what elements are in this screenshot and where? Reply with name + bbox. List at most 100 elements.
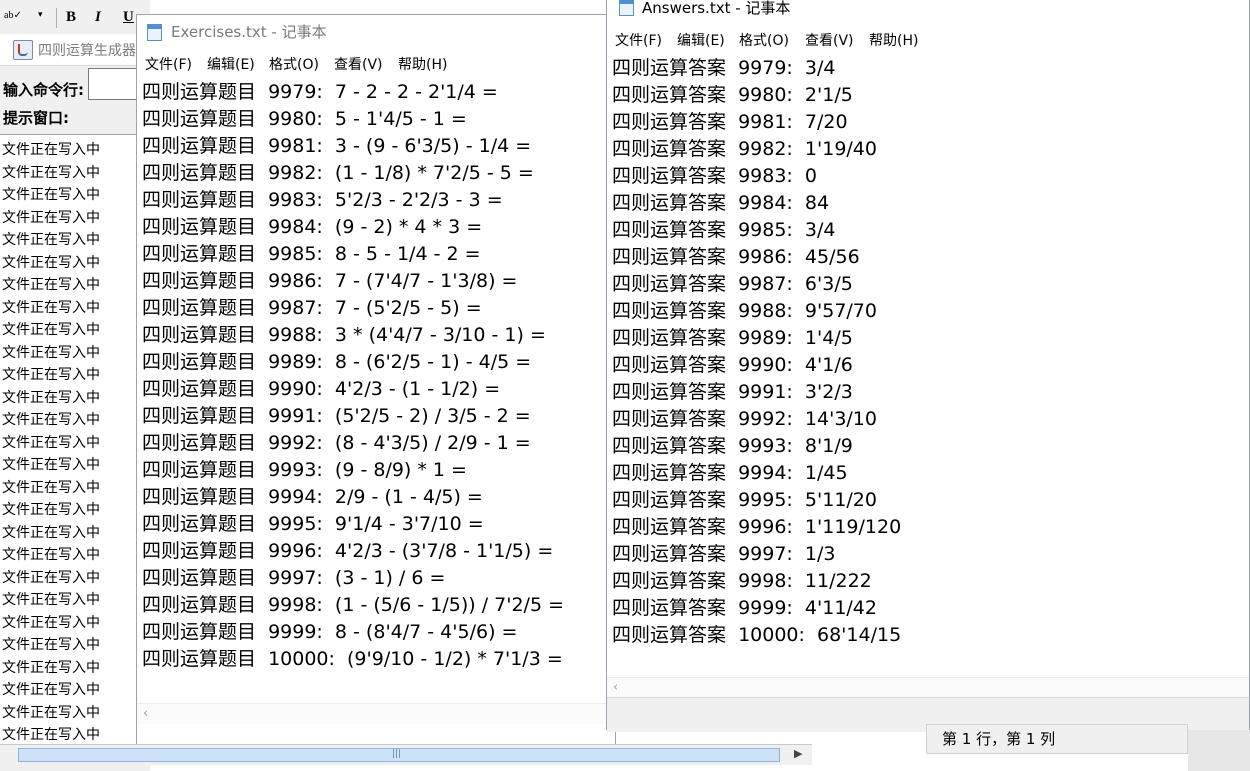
exercises-notepad-window: Exercises.txt - 记事本 文件(F) 编辑(E) 格式(O) 查看… (136, 14, 616, 752)
tip-window-label: 提示窗口: (3, 109, 69, 127)
log-line: 文件正在写入中 (2, 614, 100, 631)
tip-log-area[interactable]: 文件正在写入中 文件正在写入中 文件正在写入中 文件正在写入中 文件正在写入中 文件正在写… (0, 134, 150, 747)
exercise-line: 四则运算题目 9983: 5'2/3 - 2'2/3 - 3 = (142, 189, 503, 211)
answer-line: 四则运算答案 9986: 45/56 (612, 246, 860, 268)
answer-line: 四则运算答案 9981: 7/20 (612, 111, 848, 133)
log-line: 文件正在写入中 (2, 682, 100, 698)
log-line: 文件正在写入中 (2, 479, 100, 496)
answers-menubar: 文件(F) 编辑(E) 格式(O) 查看(V) 帮助(H) (607, 27, 1249, 52)
scrollbar-grip-icon: ||| (392, 749, 402, 759)
exercise-line: 四则运算题目 9995: 9'1/4 - 3'7/10 = (142, 513, 484, 535)
notepad-icon (147, 24, 162, 41)
exercise-line: 四则运算题目 9997: (3 - 1) / 6 = (142, 567, 446, 589)
answer-line: 四则运算答案 9987: 6'3/5 (612, 273, 853, 295)
java-app-icon (13, 40, 33, 60)
answer-line: 四则运算答案 9997: 1/3 (612, 543, 836, 565)
exercise-line: 四则运算题目 9996: 4'2/3 - (3'7/8 - 1'1/5) = (142, 540, 554, 562)
bold-button[interactable]: B (66, 9, 76, 26)
menu-file[interactable]: 文件(F) (615, 30, 662, 50)
menu-format[interactable]: 格式(O) (739, 30, 789, 50)
log-line: 文件正在写入中 (2, 344, 100, 361)
spell-check-icon[interactable]: ab✓ (4, 10, 22, 21)
dropdown-arrow-icon[interactable]: ▾ (38, 9, 43, 20)
scroll-left-arrow-icon[interactable]: ‹ (143, 706, 148, 721)
log-line: 文件正在写入中 (2, 389, 100, 406)
notepad-icon (619, 0, 634, 16)
log-line: 文件正在写入中 (2, 232, 100, 248)
answer-line: 四则运算答案 9993: 8'1/9 (612, 435, 853, 457)
exercise-line: 四则运算题目 9989: 8 - (6'2/5 - 1) - 4/5 = (142, 351, 532, 373)
answer-line: 四则运算答案 9985: 3/4 (612, 219, 836, 241)
menu-view[interactable]: 查看(V) (805, 30, 854, 50)
exercise-line: 四则运算题目 9994: 2/9 - (1 - 4/5) = (142, 486, 483, 508)
answers-window-title: Answers.txt - 记事本 (642, 0, 791, 17)
answer-line: 四则运算答案 9998: 11/222 (612, 570, 872, 592)
scroll-left-arrow-icon[interactable]: ‹ (613, 680, 618, 695)
exercises-horizontal-scrollbar[interactable]: ‹ (137, 703, 615, 724)
log-line: 文件正在写入中 (2, 659, 100, 676)
exercise-line: 四则运算题目 9979: 7 - 2 - 2 - 2'1/4 = (142, 81, 498, 103)
generator-app-titlebar[interactable]: 四则运算生成器 (0, 34, 150, 66)
answer-line: 四则运算答案 9992: 14'3/10 (612, 408, 877, 430)
exercises-text-area[interactable]: 四则运算题目 9979: 7 - 2 - 2 - 2'1/4 = 四则运算题目 9… (137, 75, 615, 703)
exercise-line: 四则运算题目 9988: 3 * (4'4/7 - 3/10 - 1) = (142, 324, 546, 346)
menu-view[interactable]: 查看(V) (334, 54, 383, 74)
log-line: 文件正在写入中 (2, 434, 100, 451)
menu-format[interactable]: 格式(O) (269, 54, 319, 74)
answer-line: 四则运算答案 9989: 1'4/5 (612, 327, 853, 349)
answers-notepad-window: Answers.txt - 记事本 文件(F) 编辑(E) 格式(O) 查看(V… (606, 0, 1250, 732)
exercise-line: 四则运算题目 9993: (9 - 8/9) * 1 = (142, 459, 467, 481)
answer-line: 四则运算答案 9990: 4'1/6 (612, 354, 853, 376)
log-line: 文件正在写入中 (2, 524, 100, 541)
exercises-titlebar[interactable]: Exercises.txt - 记事本 (137, 15, 615, 49)
menu-help[interactable]: 帮助(H) (398, 54, 447, 74)
background-horizontal-scrollbar[interactable]: ||| ▶ (0, 744, 812, 765)
exercise-line: 四则运算题目 9986: 7 - (7'4/7 - 1'3/8) = (142, 270, 518, 292)
generator-app-title: 四则运算生成器 (38, 43, 136, 59)
background-window-edge (1188, 730, 1250, 771)
toolbar-divider (56, 8, 57, 28)
answer-line: 四则运算答案 9984: 84 (612, 192, 830, 214)
answers-horizontal-scrollbar[interactable]: ‹ (607, 677, 1249, 698)
log-line: 文件正在写入中 (2, 254, 100, 271)
exercise-line: 四则运算题目 10000: (9'9/10 - 1/2) * 7'1/3 = (142, 648, 563, 670)
menu-help[interactable]: 帮助(H) (869, 30, 918, 50)
answer-line: 四则运算答案 10000: 68'14/15 (612, 624, 902, 646)
exercises-menubar: 文件(F) 编辑(E) 格式(O) 查看(V) 帮助(H) (137, 51, 615, 76)
log-line: 文件正在写入中 (2, 164, 100, 181)
generator-app-window: 四则运算生成器 输入命令行: 提示窗口: 文件正在写入中 文件正在写入中 文件正在写… (0, 34, 150, 771)
log-line: 文件正在写入中 (2, 322, 100, 338)
menu-edit[interactable]: 编辑(E) (207, 54, 255, 74)
log-line: 文件正在写入中 (2, 412, 100, 428)
exercises-window-title: Exercises.txt - 记事本 (171, 23, 327, 41)
log-line: 文件正在写入中 (2, 209, 100, 226)
italic-button[interactable]: I (95, 9, 101, 26)
answers-text-area[interactable]: 四则运算答案 9979: 3/4 四则运算答案 9980: 2'1/5 四则运算答案… (607, 51, 1249, 677)
menu-edit[interactable]: 编辑(E) (677, 30, 725, 50)
log-line: 文件正在写入中 (2, 457, 100, 473)
answer-line: 四则运算答案 9983: 0 (612, 165, 818, 187)
menu-file[interactable]: 文件(F) (145, 54, 192, 74)
log-line: 文件正在写入中 (2, 637, 100, 653)
exercise-line: 四则运算题目 9981: 3 - (9 - 6'3/5) - 1/4 = (142, 135, 532, 157)
cursor-position-text: 第 1 行，第 1 列 (942, 730, 1056, 748)
log-line: 文件正在写入中 (2, 569, 100, 586)
log-line: 文件正在写入中 (2, 277, 100, 293)
log-line: 文件正在写入中 (2, 592, 100, 608)
log-line: 文件正在写入中 (2, 299, 100, 316)
log-line: 文件正在写入中 (2, 187, 100, 203)
underline-button[interactable]: U (123, 9, 134, 26)
log-line: 文件正在写入中 (2, 727, 100, 743)
exercise-line: 四则运算题目 9992: (8 - 4'3/5) / 2/9 - 1 = (142, 432, 531, 454)
scroll-right-arrow-icon[interactable]: ▶ (794, 747, 802, 760)
exercise-line: 四则运算题目 9991: (5'2/5 - 2) / 3/5 - 2 = (142, 405, 531, 427)
answers-titlebar[interactable]: Answers.txt - 记事本 (607, 0, 1249, 19)
log-line: 文件正在写入中 (2, 704, 100, 721)
command-line-label: 输入命令行: (3, 81, 84, 99)
log-line: 文件正在写入中 (2, 142, 100, 158)
exercise-line: 四则运算题目 9987: 7 - (5'2/5 - 5) = (142, 297, 482, 319)
answer-line: 四则运算答案 9980: 2'1/5 (612, 84, 853, 106)
log-line: 文件正在写入中 (2, 547, 100, 563)
exercise-line: 四则运算题目 9998: (1 - (5/6 - 1/5)) / 7'2/5 = (142, 594, 565, 616)
answer-line: 四则运算答案 9982: 1'19/40 (612, 138, 877, 160)
